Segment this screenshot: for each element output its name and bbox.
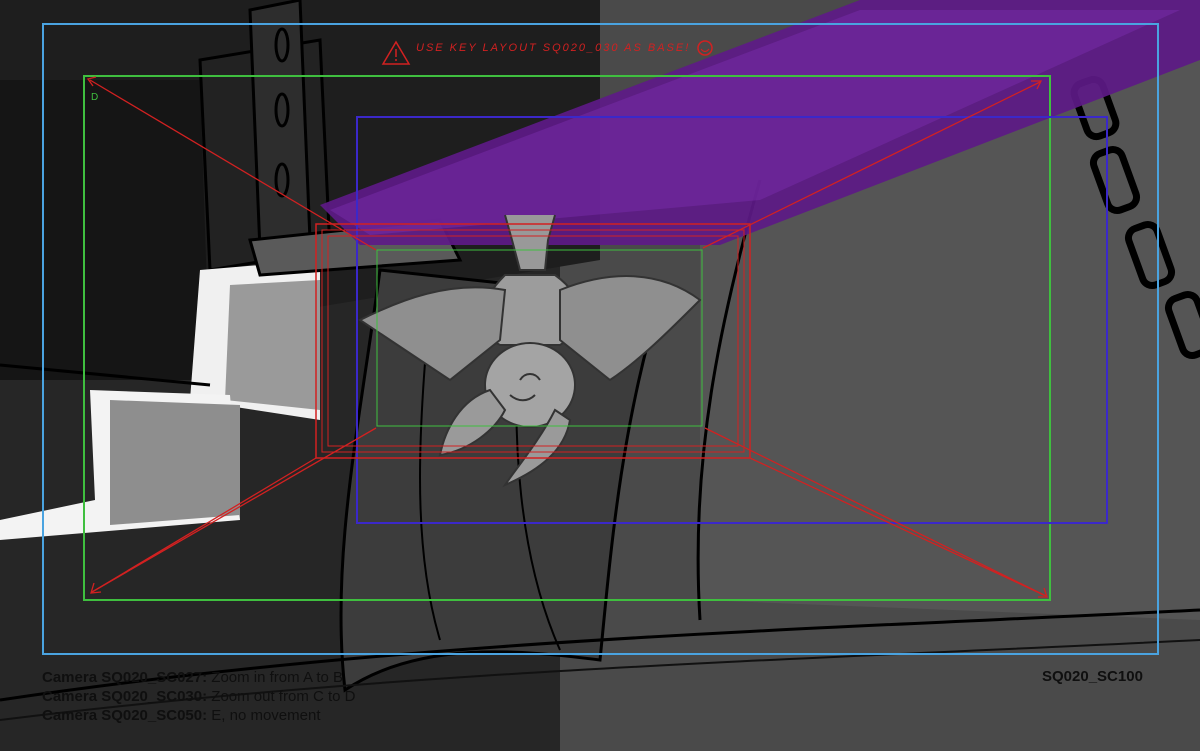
camera-action: Zoom in from A to B bbox=[211, 669, 343, 686]
camera-notes: Camera SQ020_SC027: Zoom in from A to B … bbox=[42, 668, 356, 725]
camera-id: Camera SQ020_SC030: bbox=[42, 688, 208, 705]
lower-box bbox=[110, 400, 240, 525]
storyboard-drawing bbox=[0, 0, 1200, 751]
shot-id: SQ020_SC100 bbox=[1042, 668, 1143, 685]
camera-note-row: Camera SQ020_SC027: Zoom in from A to B bbox=[42, 668, 356, 687]
camera-note-row: Camera SQ020_SC030: Zoom out from C to D bbox=[42, 687, 356, 706]
storyboard-panel: USE KEY LAYOUT SQ020_030 AS BASE! D Came… bbox=[0, 0, 1200, 751]
camera-id: Camera SQ020_SC027: bbox=[42, 669, 208, 686]
warning-text: USE KEY LAYOUT SQ020_030 AS BASE! bbox=[416, 42, 691, 54]
left-crate bbox=[0, 80, 210, 380]
camera-action: E, no movement bbox=[211, 707, 321, 724]
camera-note-row: Camera SQ020_SC050: E, no movement bbox=[42, 706, 356, 725]
frame-label-d: D bbox=[91, 92, 99, 103]
camera-action: Zoom out from C to D bbox=[211, 688, 356, 705]
layout-warning: USE KEY LAYOUT SQ020_030 AS BASE! bbox=[380, 38, 720, 68]
light-patch-shade bbox=[225, 280, 320, 410]
camera-id: Camera SQ020_SC050: bbox=[42, 707, 208, 724]
